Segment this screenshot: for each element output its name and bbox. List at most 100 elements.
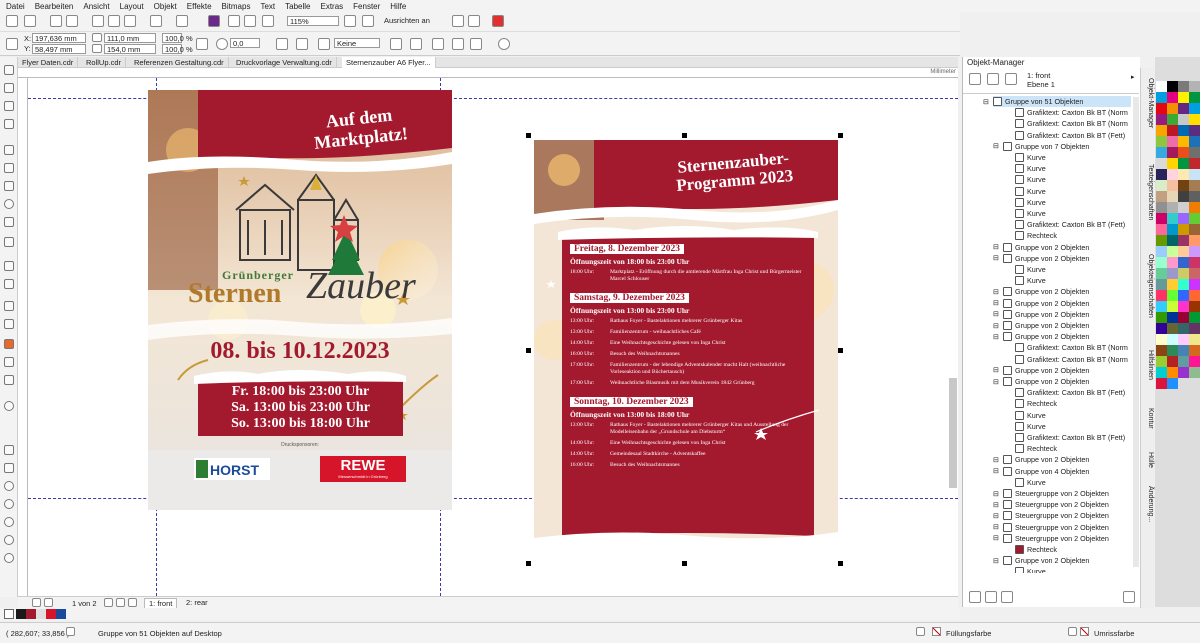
outline-none-swatch[interactable]: [1080, 627, 1089, 636]
full-screen-icon[interactable]: [344, 15, 356, 27]
color-swatch[interactable]: [1167, 378, 1178, 389]
color-swatch[interactable]: [1156, 290, 1167, 301]
color-swatch[interactable]: [1167, 312, 1178, 323]
collapse-icon[interactable]: ⊟: [993, 378, 1000, 386]
transparency-icon[interactable]: [4, 319, 14, 329]
color-swatch[interactable]: [1167, 290, 1178, 301]
zoom-tool-icon[interactable]: [4, 119, 14, 129]
color-swatch[interactable]: [1156, 169, 1167, 180]
color-swatch[interactable]: [1189, 224, 1200, 235]
color-swatch[interactable]: [1156, 246, 1167, 257]
collapse-icon[interactable]: ⊟: [993, 333, 1000, 341]
layer-manager-icon[interactable]: [987, 73, 999, 85]
page-setup-icon[interactable]: [4, 445, 14, 455]
color-swatch[interactable]: [1178, 290, 1189, 301]
color-swatch[interactable]: [1189, 180, 1200, 191]
rectangle-tool-icon[interactable]: [4, 181, 14, 191]
color-swatch[interactable]: [1178, 213, 1189, 224]
color-swatch[interactable]: [1189, 290, 1200, 301]
color-swatch[interactable]: [1189, 81, 1200, 92]
docktab-objekt-manager[interactable]: Objekt-Manager: [1142, 78, 1154, 128]
collapse-icon[interactable]: ⊟: [993, 490, 1000, 498]
zoom-out-icon[interactable]: [4, 499, 14, 509]
flyer-front-page[interactable]: Auf dem Marktplatz! Grünberger Sternen Z…: [148, 90, 452, 510]
new-document-icon[interactable]: [6, 15, 18, 27]
tree-item[interactable]: ⊟ Gruppe von 2 Objekten: [993, 555, 1131, 566]
color-swatch[interactable]: [1189, 246, 1200, 257]
color-swatch[interactable]: [1189, 92, 1200, 103]
tree-item[interactable]: Kurve: [1015, 174, 1131, 185]
color-swatch[interactable]: [1178, 92, 1189, 103]
color-swatch[interactable]: [1167, 191, 1178, 202]
mirror-vertical-icon[interactable]: [296, 38, 308, 50]
color-swatch[interactable]: [1156, 268, 1167, 279]
color-swatch[interactable]: [1178, 191, 1189, 202]
tree-item[interactable]: Grafiktext: Caxton Bk BT (Norm: [1015, 342, 1131, 353]
vertical-ruler[interactable]: [18, 78, 28, 596]
color-swatch[interactable]: [1178, 301, 1189, 312]
tree-item[interactable]: ⊟ Steuergruppe von 2 Objekten: [993, 522, 1131, 533]
tab-referenzen[interactable]: Referenzen Gestaltung.cdr: [130, 57, 229, 68]
parallel-dimension-icon[interactable]: [4, 261, 14, 271]
selection-handle-bm[interactable]: [682, 561, 687, 566]
scale-x-field[interactable]: 100,0: [162, 33, 184, 43]
ellipse-tool-icon[interactable]: [4, 199, 14, 209]
page-nav-icon[interactable]: [4, 463, 14, 473]
app-launcher-icon[interactable]: [208, 15, 220, 27]
menu-text[interactable]: Text: [260, 2, 275, 11]
tab-druckvorlage[interactable]: Druckvorlage Verwaltung.cdr: [232, 57, 337, 68]
color-swatch[interactable]: [1178, 158, 1189, 169]
color-swatch[interactable]: [1156, 125, 1167, 136]
menu-layout[interactable]: Layout: [120, 2, 144, 11]
color-swatch[interactable]: [1189, 169, 1200, 180]
tree-item[interactable]: Rechteck: [1015, 443, 1131, 454]
width-field[interactable]: 111,0 mm: [104, 33, 156, 43]
next-page-icon[interactable]: [104, 598, 113, 607]
snap-icon[interactable]: [362, 15, 374, 27]
collapse-icon[interactable]: ⊟: [993, 534, 1000, 542]
collapse-icon[interactable]: ⊟: [993, 456, 1000, 464]
tree-item[interactable]: Rechteck: [1015, 398, 1131, 409]
options-icon[interactable]: [452, 15, 464, 27]
to-back-icon[interactable]: [410, 38, 422, 50]
collapse-icon[interactable]: ⊟: [993, 254, 1000, 262]
drop-shadow-icon[interactable]: [4, 301, 14, 311]
docktab-texteigenschaften[interactable]: Texteigenschaften: [1142, 164, 1154, 220]
tree-item[interactable]: Grafiktext: Caxton Bk BT (Norm: [1015, 107, 1131, 118]
tree-item[interactable]: ⊟ Gruppe von 2 Objekten: [993, 298, 1131, 309]
menu-fenster[interactable]: Fenster: [353, 2, 380, 11]
tree-item[interactable]: ⊟ Gruppe von 7 Objekten: [993, 141, 1131, 152]
tree-item[interactable]: Rechteck: [1015, 544, 1131, 555]
tree-item[interactable]: Kurve: [1015, 264, 1131, 275]
shape-tool-icon[interactable]: [4, 83, 14, 93]
print-icon[interactable]: [66, 15, 78, 27]
color-swatch[interactable]: [1167, 169, 1178, 180]
cut-icon[interactable]: [92, 15, 104, 27]
tree-item[interactable]: Grafiktext: Caxton Bk BT (Fett): [1015, 432, 1131, 443]
color-swatch[interactable]: [1156, 378, 1167, 389]
mirror-horizontal-icon[interactable]: [276, 38, 288, 50]
artistic-media-icon[interactable]: [4, 163, 14, 173]
polygon-tool-icon[interactable]: [4, 217, 14, 227]
ungroup-all-icon[interactable]: [470, 38, 482, 50]
horizontal-ruler[interactable]: Millimeter: [18, 68, 958, 78]
new-layer-icon[interactable]: [969, 591, 981, 603]
color-swatch[interactable]: [1189, 213, 1200, 224]
collapse-icon[interactable]: ⊟: [993, 523, 1000, 531]
docktab-huelle[interactable]: Hülle: [1142, 452, 1154, 468]
text-tool-icon[interactable]: [4, 237, 14, 247]
docktab-aenderung[interactable]: Änderung...: [1142, 486, 1154, 522]
color-swatch[interactable]: [1156, 191, 1167, 202]
color-swatch[interactable]: [1167, 257, 1178, 268]
doc-swatch-grey[interactable]: [36, 609, 46, 619]
color-swatch[interactable]: [1167, 246, 1178, 257]
expand-icon[interactable]: ▸: [1131, 73, 1135, 81]
color-swatch[interactable]: [1156, 345, 1167, 356]
color-swatch[interactable]: [1178, 235, 1189, 246]
color-swatch[interactable]: [1156, 180, 1167, 191]
color-swatch[interactable]: [1189, 323, 1200, 334]
tree-item[interactable]: Kurve: [1015, 410, 1131, 421]
prev-page-icon[interactable]: [44, 598, 53, 607]
color-swatch[interactable]: [1167, 202, 1178, 213]
publish-pdf-icon[interactable]: [262, 15, 274, 27]
